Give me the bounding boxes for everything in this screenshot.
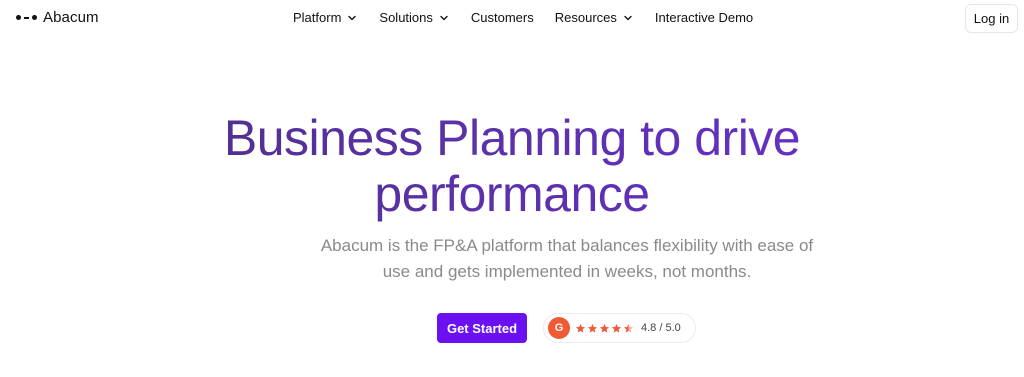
- get-started-button[interactable]: Get Started: [437, 313, 527, 343]
- nav-item-resources[interactable]: Resources: [555, 10, 634, 25]
- nav-item-label: Interactive Demo: [654, 10, 754, 25]
- nav-item-solutions[interactable]: Solutions: [379, 10, 449, 25]
- brand-name: Abacum: [43, 9, 99, 26]
- abacum-logo[interactable]: Abacum: [16, 9, 99, 26]
- rating-stars: [575, 323, 635, 334]
- hero-title-line-2: performance: [374, 166, 650, 222]
- login-button[interactable]: Log in: [965, 4, 1018, 33]
- rating-score: 4.8 / 5.0: [641, 322, 681, 334]
- nav-item-label: Resources: [554, 10, 617, 25]
- chevron-down-icon: [348, 15, 357, 20]
- g2-logo-icon: G: [548, 317, 570, 339]
- nav-item-interactive-demo[interactable]: Interactive Demo: [655, 10, 753, 25]
- star-icon: [575, 323, 586, 333]
- star-icon: [599, 323, 610, 333]
- nav-item-label: Solutions: [379, 10, 433, 25]
- star-half-icon: [623, 323, 634, 333]
- chevron-down-icon: [440, 15, 448, 20]
- hero-title-line-1: Business Planning to drive: [223, 110, 801, 166]
- hero-subtitle: Abacum is the FP&A platform that balance…: [320, 236, 814, 281]
- nav-item-label: Platform: [293, 10, 342, 25]
- chevron-down-icon: [624, 15, 632, 20]
- nav-item-platform[interactable]: Platform: [293, 10, 358, 25]
- star-icon: [611, 323, 622, 333]
- g2-rating-badge[interactable]: G 4.8 / 5.0: [543, 313, 696, 343]
- site-header: Abacum Platform Solutions Customers Reso…: [0, 0, 1024, 36]
- main-nav: Platform Solutions Customers Resources I…: [293, 10, 774, 25]
- nav-item-customers[interactable]: Customers: [471, 10, 534, 25]
- nav-item-label: Customers: [470, 10, 534, 25]
- abacus-dots-icon: [16, 15, 37, 20]
- hero-title: Business Planning to drive performance: [0, 110, 1024, 222]
- star-icon: [587, 323, 598, 333]
